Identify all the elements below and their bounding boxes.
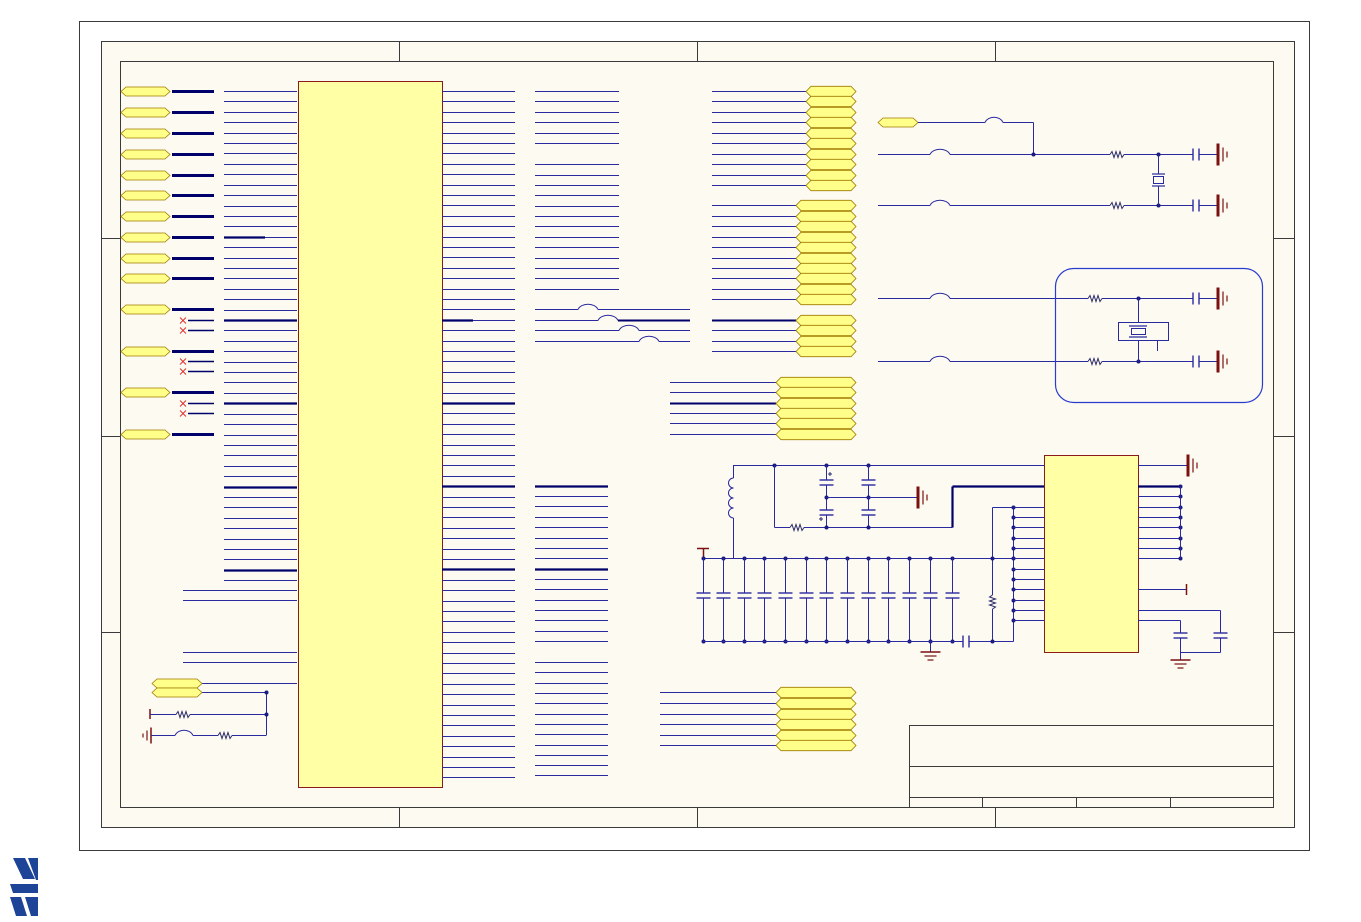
net-label: [805, 95, 857, 108]
net-label: [775, 686, 857, 699]
net-label: [795, 293, 857, 306]
net-label: [795, 345, 857, 358]
net-label: [795, 210, 857, 223]
logo-stroke: [10, 884, 38, 893]
schematic-sheet: [10, 21, 1310, 916]
net-label: [805, 85, 857, 98]
net-label: [120, 149, 171, 160]
net-label: [795, 272, 857, 285]
st-logo-icon: [10, 858, 38, 916]
junction-dot: [824, 525, 829, 530]
mcu-body: [298, 81, 443, 788]
net-label: [805, 148, 857, 161]
net-label: [120, 190, 171, 201]
net-label: [795, 283, 857, 296]
net-label: [795, 231, 857, 244]
net-label: [775, 376, 857, 389]
junction-dot: [264, 712, 269, 717]
net-label: [120, 86, 171, 97]
net-label: [795, 262, 857, 275]
net-label: [795, 324, 857, 337]
net-label: [805, 137, 857, 150]
net-label: [775, 407, 857, 420]
net-label: [795, 199, 857, 212]
net-label: [120, 170, 171, 181]
net-label: [120, 273, 171, 284]
net-label: [775, 739, 857, 752]
logo-stroke: [25, 897, 38, 916]
net-label: [120, 232, 171, 243]
net-label: [120, 429, 171, 440]
net-label: [120, 387, 171, 398]
net-label: [775, 386, 857, 399]
junction-dot: [1031, 152, 1036, 157]
net-label: [805, 158, 857, 171]
net-label: [120, 346, 171, 357]
net-label: [877, 117, 919, 128]
net-label: [795, 252, 857, 265]
junction-dot: [866, 525, 871, 530]
junction-dot: [264, 690, 269, 695]
net-label: [795, 220, 857, 233]
net-label: [805, 106, 857, 119]
net-label: [795, 241, 857, 254]
net-label: [120, 211, 171, 222]
net-label: [805, 169, 857, 182]
net-label: [775, 718, 857, 731]
net-label: [775, 417, 857, 430]
net-label: [151, 687, 203, 698]
logo-stroke: [10, 897, 27, 916]
net-label: [805, 179, 857, 192]
mcu-block: [298, 81, 443, 788]
net-label: [805, 127, 857, 140]
net-label: [120, 107, 171, 118]
net-label: [120, 253, 171, 264]
net-label: [120, 304, 171, 315]
net-label: [775, 697, 857, 710]
net-label: [120, 128, 171, 139]
power-ic-body: [1044, 455, 1139, 653]
net-label: [775, 428, 857, 441]
net-label: [805, 116, 857, 129]
junction-dot: [990, 639, 995, 644]
net-label: [151, 678, 203, 689]
net-label: [775, 397, 857, 410]
net-label: [795, 314, 857, 327]
net-label: [795, 335, 857, 348]
net-label: [775, 708, 857, 721]
net-label: [775, 729, 857, 742]
junction-dot: [990, 556, 995, 561]
